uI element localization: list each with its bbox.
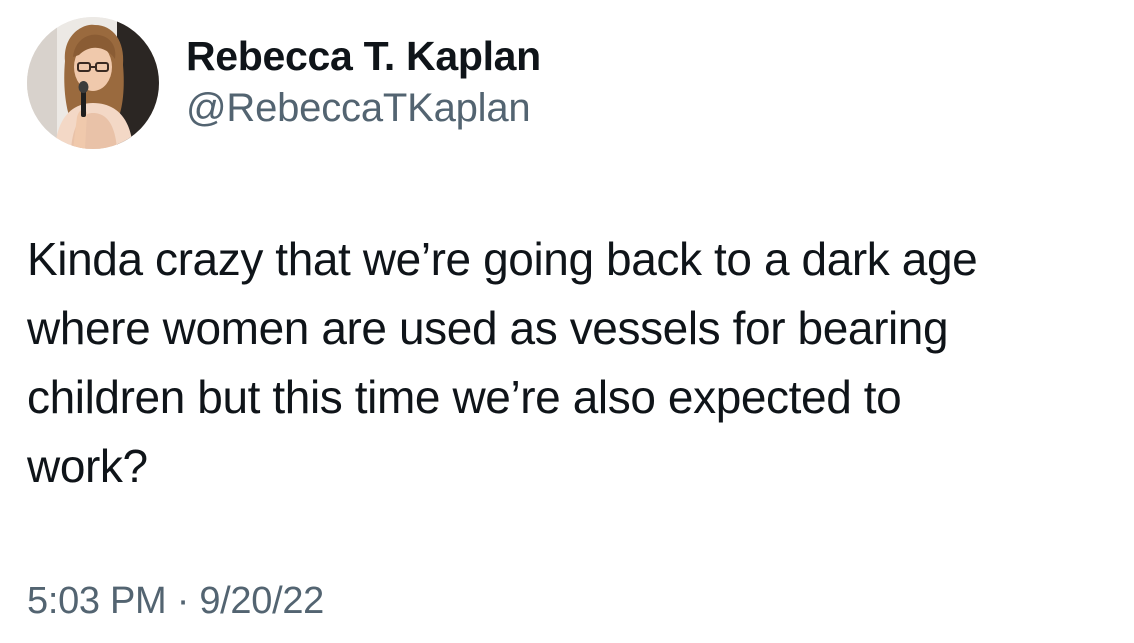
timestamp-separator: · <box>176 580 190 622</box>
tweet-card: Rebecca T. Kaplan @RebeccaTKaplan Kinda … <box>0 0 1134 643</box>
tweet-timestamp[interactable]: 5:03 PM · 9/20/22 <box>27 577 324 625</box>
tweet-text-line: work? <box>27 440 148 492</box>
tweet-text-line: where women are used as vessels for bear… <box>27 302 949 354</box>
tweet-text: Kinda crazy that we’re going back to a d… <box>27 225 1117 501</box>
tweet-date: 9/20/22 <box>199 580 324 622</box>
author-handle[interactable]: @RebeccaTKaplan <box>186 84 531 132</box>
author-avatar[interactable] <box>27 17 159 149</box>
author-display-name[interactable]: Rebecca T. Kaplan <box>186 32 541 80</box>
tweet-text-line: children but this time we’re also expect… <box>27 371 902 423</box>
avatar-photo-icon <box>27 17 159 149</box>
tweet-time: 5:03 PM <box>27 580 167 622</box>
tweet-text-line: Kinda crazy that we’re going back to a d… <box>27 233 978 285</box>
